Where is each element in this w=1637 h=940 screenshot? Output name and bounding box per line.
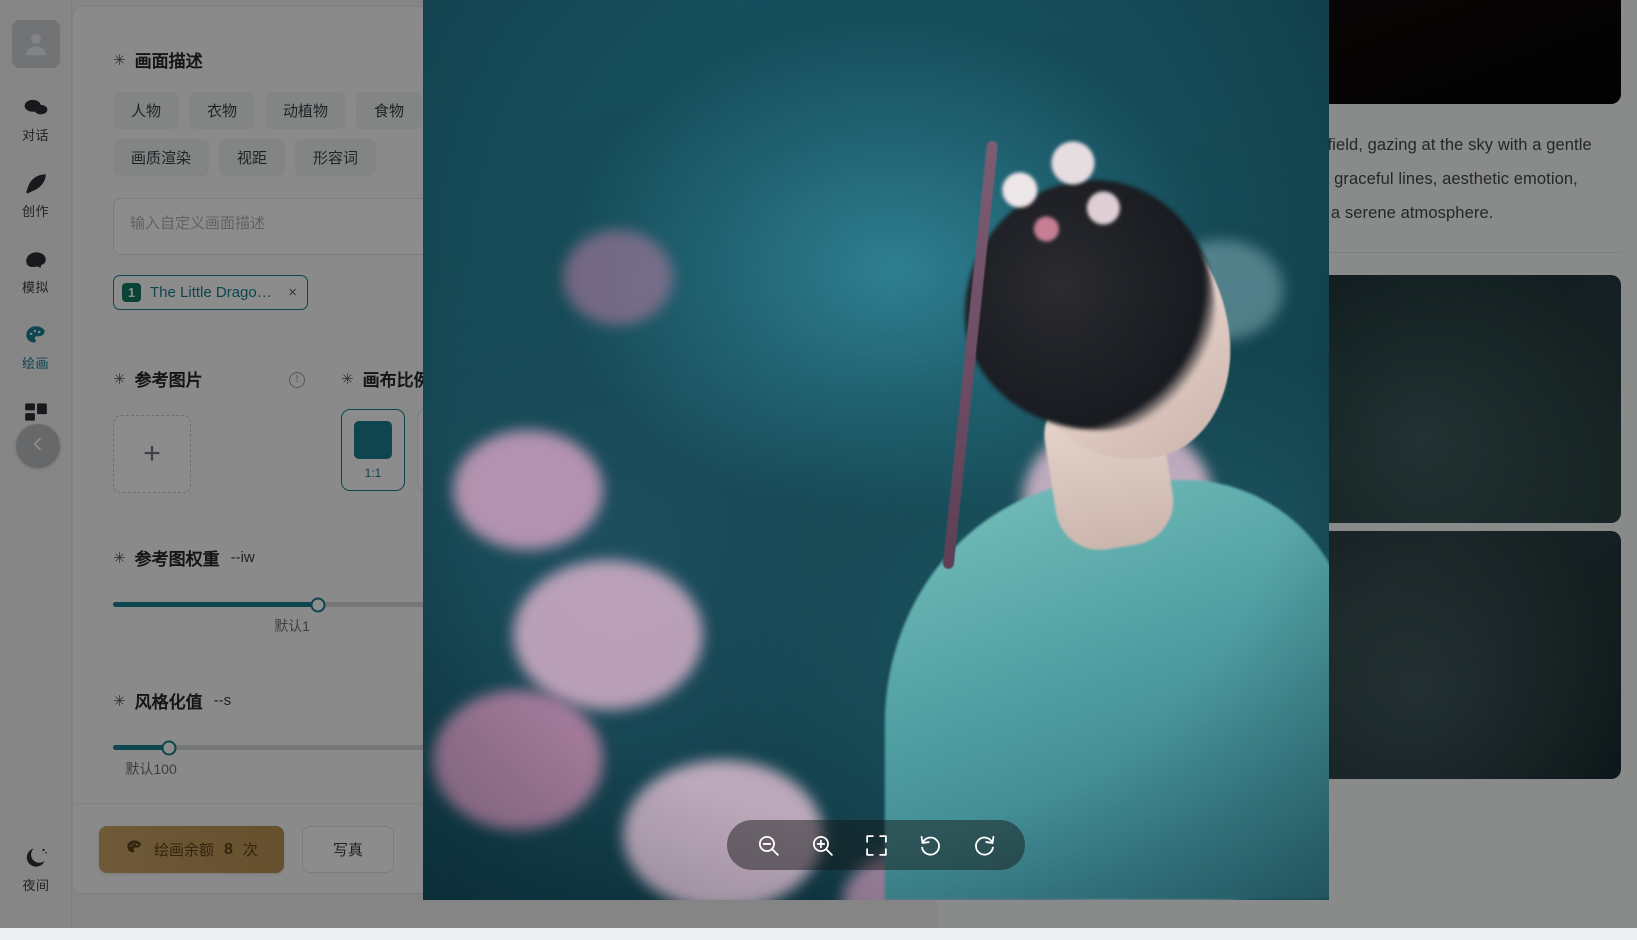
sidebar-item-label: 绘画 — [22, 353, 49, 372]
page-bottom-strip — [0, 928, 1637, 940]
moon-icon — [22, 844, 50, 872]
credit-prefix: 绘画余额 — [154, 839, 214, 860]
iw-slider-knob[interactable] — [310, 597, 325, 612]
drawing-credit-button[interactable]: 绘画余额 8 次 — [99, 826, 284, 873]
sidebar-item-label: 对话 — [22, 125, 49, 144]
chevron-left-icon — [28, 434, 48, 459]
artwork-vignette — [423, 0, 1329, 900]
sidebar-collapse-button[interactable] — [16, 424, 60, 468]
sidebar-item-label: 创作 — [22, 201, 49, 220]
zoom-out-icon[interactable] — [751, 828, 785, 862]
iw-slider-fill — [113, 602, 318, 607]
plus-icon: + — [143, 439, 161, 469]
sidebar-item-night-mode[interactable]: 夜间 — [0, 844, 72, 894]
add-reference-image-button[interactable]: + — [113, 415, 191, 493]
tag-number-badge: 1 — [122, 283, 141, 302]
palette-icon — [22, 322, 50, 350]
generated-portrait-preview — [423, 0, 1329, 900]
asterisk-icon: ✳ — [341, 370, 354, 388]
sidebar-item-chat[interactable]: 对话 — [0, 94, 72, 144]
selected-tag[interactable]: 1 The Little Dragon Gi... × — [113, 275, 308, 310]
sidebar-item-label: 夜间 — [22, 875, 49, 894]
s-slider-title: ✳ 风格化值 --s — [113, 688, 231, 713]
asterisk-icon: ✳ — [113, 692, 126, 710]
close-icon[interactable]: × — [288, 284, 297, 301]
chip-adjective[interactable]: 形容词 — [295, 139, 376, 176]
s-slider-knob[interactable] — [161, 740, 176, 755]
image-viewer-toolbar — [727, 820, 1025, 870]
sidebar-item-create[interactable]: 创作 — [0, 170, 72, 220]
rotate-left-icon[interactable] — [913, 828, 947, 862]
tag-label: The Little Dragon Gi... — [150, 284, 277, 301]
fullscreen-icon[interactable] — [859, 828, 893, 862]
sidebar-bottom: 夜间 — [0, 844, 72, 894]
reference-section-title: ✳ 参考图片 — [113, 366, 203, 391]
asterisk-icon: ✳ — [113, 549, 126, 567]
reference-image-section: ✳ 参考图片 ! + — [113, 366, 341, 493]
chip-flora[interactable]: 动植物 — [265, 92, 346, 129]
chip-distance[interactable]: 视距 — [219, 139, 285, 176]
grid-icon — [22, 398, 50, 426]
image-preview-lightbox[interactable] — [423, 0, 1329, 900]
sidebar-item-painting[interactable]: 绘画 — [0, 322, 72, 372]
feather-icon — [22, 170, 50, 198]
sidebar-item-label: 模拟 — [22, 277, 49, 296]
sidebar: 对话 创作 模拟 绘画 更多 — [0, 0, 72, 940]
chip-render[interactable]: 画质渲染 — [113, 139, 209, 176]
chip-people[interactable]: 人物 — [113, 92, 179, 129]
rotate-right-icon[interactable] — [967, 828, 1001, 862]
ratio-swatch — [354, 421, 392, 459]
chip-food[interactable]: 食物 — [356, 92, 422, 129]
sidebar-item-simulate[interactable]: 模拟 — [0, 246, 72, 296]
ratio-label: 1:1 — [365, 466, 382, 480]
iw-slider-title: ✳ 参考图权重 --iw — [113, 545, 255, 570]
style-preset-button[interactable]: 写真 — [302, 826, 394, 873]
chip-clothing[interactable]: 衣物 — [189, 92, 255, 129]
ratio-option-1-1[interactable]: 1:1 — [341, 409, 405, 491]
palette-icon — [125, 838, 144, 861]
asterisk-icon: ✳ — [113, 370, 126, 388]
brain-icon — [22, 246, 50, 274]
avatar[interactable] — [12, 20, 60, 68]
info-icon[interactable]: ! — [289, 372, 305, 388]
asterisk-icon: ✳ — [113, 51, 126, 69]
zoom-in-icon[interactable] — [805, 828, 839, 862]
credit-suffix: 次 — [243, 839, 258, 860]
credit-count: 8 — [224, 841, 233, 859]
chat-icon — [22, 94, 50, 122]
